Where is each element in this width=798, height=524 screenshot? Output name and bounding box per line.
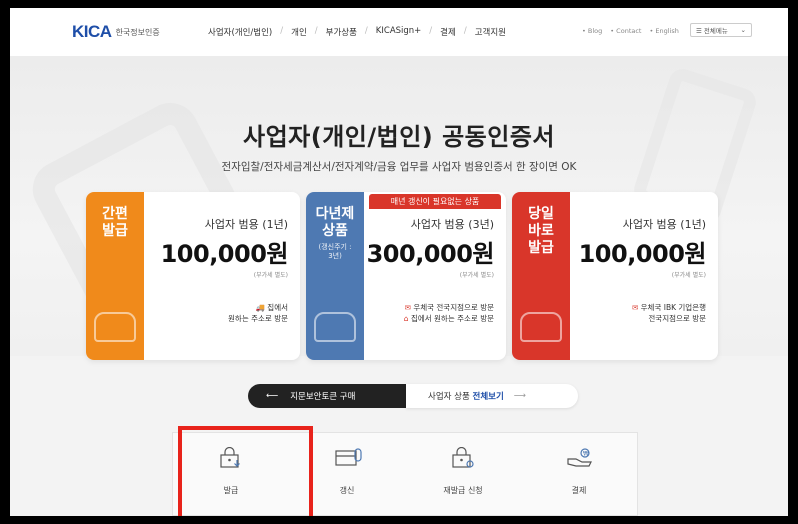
home-icon: ⌂	[403, 314, 409, 323]
utility-links: • Blog • Contact • English	[582, 27, 679, 35]
note-line: 우체국 전국지점으로 방문	[413, 303, 494, 312]
card-vat-note: (부가세 별도)	[459, 272, 494, 279]
buy-token-button[interactable]: ⟵ 지문보안토큰 구매	[248, 384, 406, 408]
hand-icon	[94, 312, 136, 342]
card-vat-note: (부가세 별도)	[253, 272, 288, 279]
nav-separator: /	[314, 26, 318, 36]
contact-link[interactable]: • Contact	[610, 27, 641, 35]
card-vat-note: (부가세 별도)	[671, 272, 706, 279]
card-body: 사업자 범용 (3년) 300,000원 (부가세 별도) ✉ 우체국 전국지점…	[364, 192, 506, 360]
kica-logo[interactable]: KICA 한국정보인증	[72, 22, 160, 42]
arrow-right-icon: ⟶	[513, 391, 526, 401]
card-price: 300,000원	[366, 240, 495, 268]
menu-item-reissue[interactable]: 재발급 신청	[405, 433, 521, 515]
lock-icon	[218, 446, 244, 469]
page-subtitle: 전자입찰/전자세금계산서/전자계약/금융 업무를 사업자 범용인증서 한 장이면…	[221, 161, 577, 173]
menu-label: 갱신	[339, 486, 355, 495]
note-line: 집에서 원하는 주소로 방문	[410, 314, 494, 323]
menu-item-payment[interactable]: ₩ 결제	[521, 433, 637, 515]
all-menu-label: ☰ 전체메뉴	[696, 27, 728, 35]
note-line: 전국지점으로 방문	[648, 314, 706, 323]
post-office-icon: ✉	[631, 303, 639, 312]
menu-label: 발급	[223, 486, 239, 495]
product-card-simple-issue[interactable]: 간편 발급 사업자 범용 (1년) 100,000원 (부가세 별도) 🚚 집에…	[86, 192, 300, 360]
nav-item-kicasign[interactable]: KICASign+	[376, 26, 422, 38]
view-all-label: 사업자 상품 전체보기	[428, 390, 504, 402]
truck-icon: 🚚	[255, 303, 265, 312]
buy-token-label: 지문보안토큰 구매	[290, 392, 356, 402]
no-renewal-badge: 매년 갱신이 필요없는 상품	[369, 194, 501, 209]
nav-separator: /	[429, 26, 433, 36]
svg-text:₩: ₩	[583, 451, 589, 458]
card-side-label: 간편 발급	[86, 192, 144, 360]
logo-mark: KICA	[72, 22, 112, 41]
nav-separator: /	[280, 26, 284, 36]
hand-icon	[314, 312, 356, 342]
arrow-left-icon: ⟵	[266, 391, 279, 401]
card-side-label: 다년제 상품 (갱신주기 : 3년)	[306, 192, 364, 360]
page-title: 사업자(개인/법인) 공동인증서	[242, 123, 556, 151]
card-body: 사업자 범용 (1년) 100,000원 (부가세 별도) ✉ 우체국 IBK …	[570, 192, 718, 360]
main-nav: 사업자(개인/법인) / 개인 / 부가상품 / KICASign+ / 결제 …	[208, 26, 506, 38]
product-card-multiyear[interactable]: 다년제 상품 (갱신주기 : 3년) 사업자 범용 (3년) 300,000원 …	[306, 192, 506, 360]
payment-hand-icon: ₩	[566, 447, 592, 469]
note-line: 우체국 IBK 기업은행	[640, 303, 706, 312]
menu-item-renew[interactable]: 갱신	[289, 433, 405, 515]
view-all-bold: 전체보기	[472, 392, 504, 402]
menu-label: 재발급 신청	[443, 486, 483, 495]
card-renewal-cycle: (갱신주기 : 3년)	[318, 243, 352, 260]
card-reader-icon	[334, 447, 362, 469]
note-line: 원하는 주소로 방문	[228, 314, 288, 323]
note-line: 집에서	[267, 303, 288, 312]
view-all-products-button[interactable]: 사업자 상품 전체보기 ⟶	[406, 384, 578, 408]
view-all-prefix: 사업자 상품	[428, 392, 470, 402]
english-link[interactable]: • English	[649, 27, 678, 35]
card-price: 100,000원	[578, 240, 707, 268]
blog-link[interactable]: • Blog	[582, 27, 602, 35]
card-price: 100,000원	[160, 240, 289, 268]
card-tag: 당일 바로 발급	[528, 206, 554, 256]
nav-separator: /	[463, 26, 467, 36]
all-menu-select[interactable]: ☰ 전체메뉴 ⌄	[690, 23, 752, 37]
card-side-label: 당일 바로 발급	[512, 192, 570, 360]
nav-item-business[interactable]: 사업자(개인/법인)	[208, 26, 272, 38]
nav-item-support[interactable]: 고객지원	[475, 26, 506, 38]
menu-label: 결제	[571, 486, 587, 495]
card-visit-note: ✉ 우체국 전국지점으로 방문 ⌂ 집에서 원하는 주소로 방문	[404, 302, 494, 324]
card-visit-note: ✉ 우체국 IBK 기업은행 전국지점으로 방문	[632, 302, 706, 324]
chevron-down-icon: ⌄	[740, 26, 746, 34]
service-menu: 발급 갱신 재발급 신청 ₩ 결제	[172, 432, 638, 516]
card-tag: 다년제 상품	[315, 206, 355, 239]
browser-viewport: KICA 한국정보인증 사업자(개인/법인) / 개인 / 부가상품 / KIC…	[10, 8, 788, 516]
site-header: KICA 한국정보인증 사업자(개인/법인) / 개인 / 부가상품 / KIC…	[10, 8, 788, 56]
nav-item-personal[interactable]: 개인	[291, 26, 307, 38]
lock-refresh-icon	[450, 446, 476, 469]
card-product-name: 사업자 범용 (3년)	[410, 218, 494, 231]
logo-text: 한국정보인증	[115, 27, 160, 37]
post-office-icon: ✉	[404, 303, 411, 312]
nav-item-addon[interactable]: 부가상품	[326, 26, 357, 38]
card-body: 사업자 범용 (1년) 100,000원 (부가세 별도) 🚚 집에서 원하는 …	[144, 192, 300, 360]
nav-separator: /	[364, 26, 368, 36]
menu-item-issue[interactable]: 발급	[173, 433, 289, 515]
nav-item-payment[interactable]: 결제	[440, 26, 456, 38]
card-product-name: 사업자 범용 (1년)	[622, 218, 706, 231]
thumbs-up-icon	[520, 312, 562, 342]
card-visit-note: 🚚 집에서 원하는 주소로 방문	[228, 302, 288, 324]
card-product-name: 사업자 범용 (1년)	[204, 218, 288, 231]
product-card-same-day[interactable]: 당일 바로 발급 사업자 범용 (1년) 100,000원 (부가세 별도) ✉…	[512, 192, 718, 360]
card-tag: 간편 발급	[102, 206, 128, 239]
